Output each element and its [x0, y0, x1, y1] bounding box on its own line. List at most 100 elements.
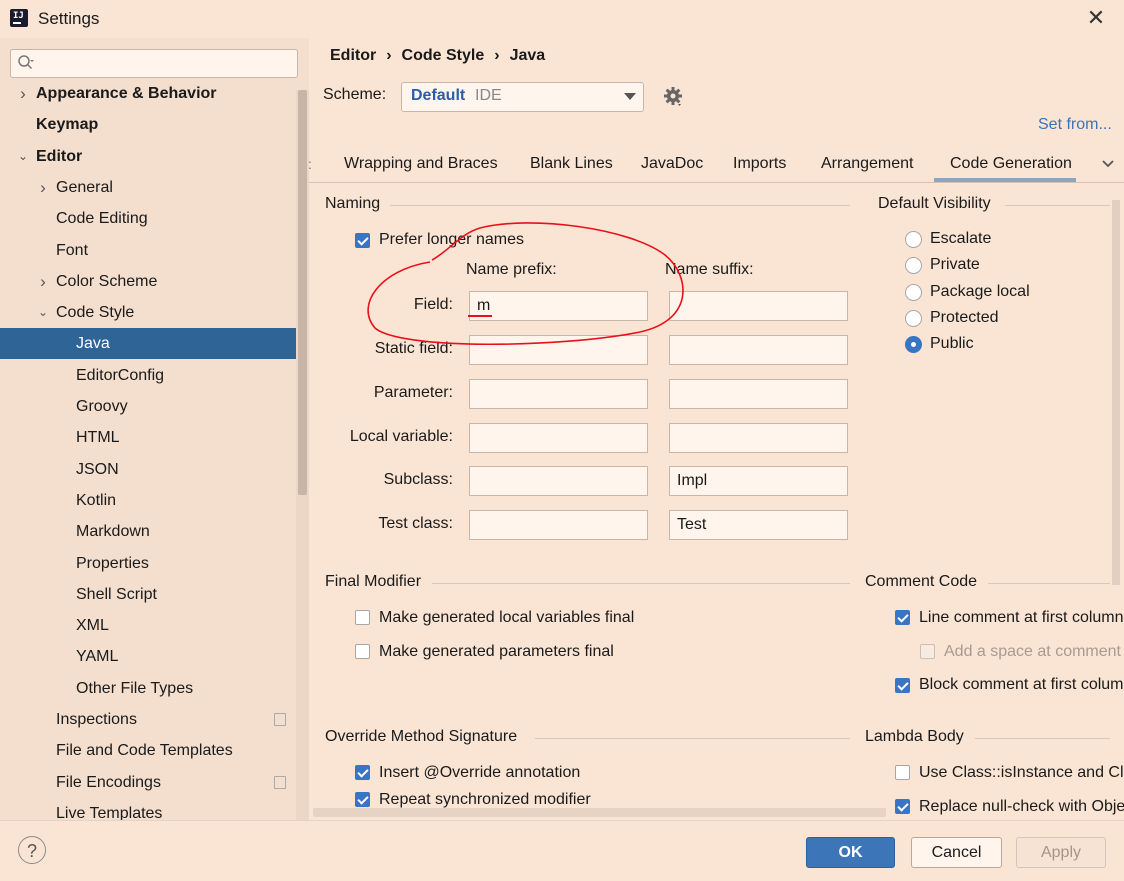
sidebar-item-xml[interactable]: XML — [0, 610, 296, 641]
search-input[interactable] — [10, 49, 298, 78]
tab-imports[interactable]: Imports — [733, 155, 786, 173]
sidebar-item-code-style[interactable]: ⌄ Code Style — [0, 297, 296, 328]
scheme-dropdown[interactable]: Default IDE — [401, 82, 644, 112]
sidebar-item-shell-script[interactable]: Shell Script — [0, 579, 296, 610]
local-variable-suffix-input[interactable] — [669, 423, 848, 453]
sidebar-item-kotlin[interactable]: Kotlin — [0, 485, 296, 516]
chevron-down-icon[interactable] — [1100, 156, 1116, 172]
tab-scroll-left-edge: : — [308, 156, 312, 172]
subclass-label: Subclass: — [383, 471, 453, 488]
field-suffix-input[interactable] — [669, 291, 848, 321]
project-copy-icon — [274, 713, 286, 726]
local-variable-prefix-input[interactable] — [469, 423, 648, 453]
default-visibility-title: Default Visibility — [878, 195, 991, 212]
protected-radio[interactable] — [905, 310, 922, 327]
public-label: Public — [930, 335, 974, 352]
sidebar-item-groovy[interactable]: Groovy — [0, 391, 296, 422]
content-scrollbar-thumb[interactable] — [1112, 200, 1120, 585]
tab-code-generation[interactable]: Code Generation — [950, 155, 1072, 173]
repeat-synchronized-checkbox[interactable] — [355, 792, 370, 807]
chevron-down-icon[interactable]: ⌄ — [16, 141, 30, 172]
insert-override-checkbox[interactable] — [355, 765, 370, 780]
breadcrumb-code-style[interactable]: Code Style — [402, 47, 485, 64]
sidebar-item-html[interactable]: HTML — [0, 422, 296, 453]
chevron-right-icon[interactable]: › — [16, 78, 30, 109]
close-icon[interactable]: ✕ — [1084, 6, 1108, 30]
chevron-right-icon[interactable]: › — [36, 172, 50, 203]
sidebar-item-other-file-types[interactable]: Other File Types — [0, 673, 296, 704]
final-parameters-checkbox[interactable] — [355, 644, 370, 659]
ok-button[interactable]: OK — [806, 837, 895, 868]
add-space-comment-label: Add a space at comment start — [944, 643, 1124, 660]
tab-wrapping-and-braces[interactable]: Wrapping and Braces — [344, 155, 498, 173]
tab-blank-lines[interactable]: Blank Lines — [530, 155, 613, 173]
sidebar-item-label: Color Scheme — [56, 272, 158, 290]
final-local-variables-checkbox[interactable] — [355, 610, 370, 625]
insert-override-label: Insert @Override annotation — [379, 764, 581, 781]
sidebar-item-properties[interactable]: Properties — [0, 548, 296, 579]
sidebar-item-code-editing[interactable]: Code Editing — [0, 203, 296, 234]
add-space-comment-checkbox[interactable] — [920, 644, 935, 659]
sidebar-scrollbar-thumb[interactable] — [298, 90, 307, 495]
sidebar-item-editor[interactable]: ⌄ Editor — [0, 141, 296, 172]
comment-code-title: Comment Code — [865, 573, 978, 590]
section-divider — [988, 583, 1110, 584]
line-comment-first-column-checkbox[interactable] — [895, 610, 910, 625]
use-class-isinstance-checkbox[interactable] — [895, 765, 910, 780]
chevron-down-icon[interactable]: ⌄ — [36, 297, 50, 328]
static-field-suffix-input[interactable] — [669, 335, 848, 365]
sidebar-item-color-scheme[interactable]: › Color Scheme — [0, 266, 296, 297]
parameter-prefix-input[interactable] — [469, 379, 648, 409]
replace-null-check-checkbox[interactable] — [895, 799, 910, 814]
sidebar-item-font[interactable]: Font — [0, 235, 296, 266]
escalate-radio[interactable] — [905, 231, 922, 248]
horizontal-scrollbar[interactable] — [313, 808, 886, 817]
sidebar-item-markdown[interactable]: Markdown — [0, 516, 296, 547]
chevron-right-icon[interactable]: › — [36, 266, 50, 297]
search-icon — [18, 55, 34, 70]
sidebar-item-label: Shell Script — [76, 585, 157, 603]
sidebar-item-label: Inspections — [56, 711, 137, 728]
sidebar-item-label: JSON — [76, 460, 119, 478]
parameter-suffix-input[interactable] — [669, 379, 848, 409]
breadcrumb-editor[interactable]: Editor — [330, 47, 376, 64]
block-comment-first-column-checkbox[interactable] — [895, 678, 910, 693]
sidebar-item-yaml[interactable]: YAML — [0, 641, 296, 672]
test-class-prefix-input[interactable] — [469, 510, 648, 540]
test-class-suffix-input[interactable]: Test — [669, 510, 848, 540]
sidebar-item-appearance-behavior[interactable]: › Appearance & Behavior — [0, 78, 296, 109]
sidebar-item-general[interactable]: › General — [0, 172, 296, 203]
sidebar-item-json[interactable]: JSON — [0, 454, 296, 485]
cancel-button[interactable]: Cancel — [911, 837, 1002, 868]
private-radio[interactable] — [905, 257, 922, 274]
section-divider — [535, 738, 850, 739]
set-from-link[interactable]: Set from... — [1038, 116, 1112, 134]
sidebar-item-label: YAML — [76, 648, 119, 666]
apply-button[interactable]: Apply — [1016, 837, 1106, 868]
subclass-suffix-input[interactable]: Impl — [669, 466, 848, 496]
active-tab-indicator — [934, 178, 1076, 182]
sidebar-item-label: Other File Types — [76, 679, 194, 697]
sidebar-item-keymap[interactable]: Keymap — [0, 109, 296, 140]
window-title: Settings — [38, 9, 100, 28]
gear-icon[interactable] — [663, 86, 685, 108]
scheme-label: Scheme: — [323, 86, 387, 103]
public-radio[interactable] — [905, 336, 922, 353]
sidebar-item-live-templates[interactable]: Live Templates — [0, 798, 296, 820]
package-local-radio[interactable] — [905, 284, 922, 301]
sidebar-item-file-encodings[interactable]: File Encodings — [0, 767, 296, 798]
use-class-isinstance-label: Use Class::isInstance and Class::cast — [919, 764, 1124, 781]
sidebar-item-label: Code Style — [56, 304, 135, 322]
settings-sidebar: › Appearance & Behavior Keymap ⌄ Editor › Gene… — [0, 38, 309, 820]
sidebar-item-file-and-code-templates[interactable]: File and Code Templates — [0, 735, 296, 766]
tab-javadoc[interactable]: JavaDoc — [641, 155, 703, 173]
help-button[interactable]: ? — [18, 836, 46, 864]
sidebar-item-inspections[interactable]: Inspections — [0, 704, 296, 735]
sidebar-item-editorconfig[interactable]: EditorConfig — [0, 360, 296, 391]
sidebar-item-java[interactable]: Java — [0, 328, 309, 360]
section-divider — [975, 738, 1110, 739]
subclass-prefix-input[interactable] — [469, 466, 648, 496]
tab-arrangement[interactable]: Arrangement — [821, 155, 914, 173]
repeat-synchronized-label: Repeat synchronized modifier — [379, 791, 591, 808]
sidebar-item-label: Kotlin — [76, 491, 117, 509]
